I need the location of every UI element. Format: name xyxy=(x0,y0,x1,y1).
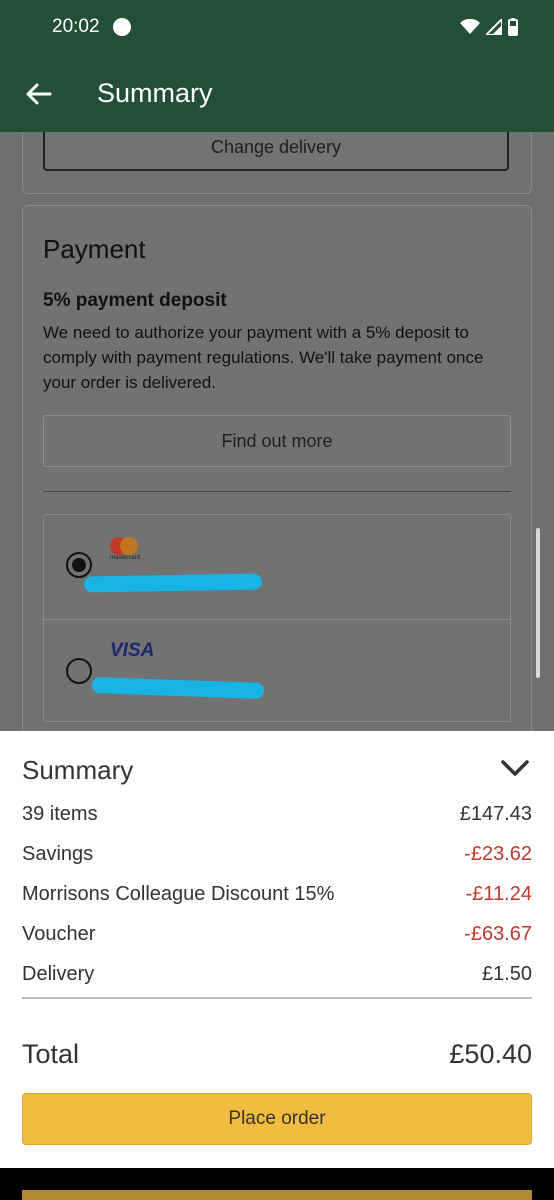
summary-row-value: -£63.67 xyxy=(464,923,532,945)
checkout-content: Change delivery Payment 5% payment depos… xyxy=(0,132,554,732)
summary-row-delivery: Delivery £1.50 xyxy=(22,963,532,986)
summary-row-voucher: Voucher -£63.67 xyxy=(22,923,532,946)
notification-dot-icon xyxy=(113,18,131,36)
summary-row-label: Savings xyxy=(22,843,94,865)
chevron-down-icon[interactable] xyxy=(500,757,530,779)
summary-row-value: £147.43 xyxy=(459,803,532,825)
radio-selected-icon[interactable] xyxy=(66,552,92,578)
find-out-more-button[interactable]: Find out more xyxy=(43,415,511,467)
status-time: 20:02 xyxy=(52,16,100,37)
total-label: Total xyxy=(22,1039,80,1069)
mastercard-logo-label: mastercard xyxy=(110,555,141,561)
cell-signal-icon xyxy=(486,19,502,35)
wifi-icon xyxy=(460,19,480,34)
summary-row-value: -£23.62 xyxy=(464,843,532,865)
page-title: Summary xyxy=(97,78,213,108)
radio-unselected-icon[interactable] xyxy=(66,658,92,684)
summary-row-value: -£11.24 xyxy=(465,883,532,905)
delivery-card: Change delivery xyxy=(22,132,532,194)
summary-row-value: £1.50 xyxy=(481,963,532,985)
payment-card-option-mastercard[interactable]: mastercard xyxy=(44,515,510,619)
payment-title: Payment xyxy=(43,234,146,264)
summary-row-colleague-discount: Morrisons Colleague Discount 15% -£11.24 xyxy=(22,883,532,906)
summary-row-items: 39 items £147.43 xyxy=(22,803,532,826)
summary-row-label: Delivery xyxy=(22,963,95,985)
summary-row-label: 39 items xyxy=(22,803,98,825)
status-icons xyxy=(460,18,518,36)
summary-sheet: Summary 39 items £147.43 Savings -£23.62… xyxy=(0,731,554,1168)
underlying-button-peek xyxy=(22,1190,532,1200)
change-delivery-button[interactable]: Change delivery xyxy=(43,132,509,171)
system-nav-bar xyxy=(0,1168,554,1200)
payment-card-option-visa[interactable]: VISA xyxy=(44,619,510,724)
deposit-title: 5% payment deposit xyxy=(43,290,227,311)
payment-card: Payment 5% payment deposit We need to au… xyxy=(22,205,532,732)
summary-divider xyxy=(22,997,532,999)
payment-card-list: mastercard VISA xyxy=(43,514,511,722)
app-bar: Summary xyxy=(0,56,554,132)
summary-row-label: Voucher xyxy=(22,923,96,945)
summary-row-label: Morrisons Colleague Discount 15% xyxy=(22,883,335,905)
visa-logo-icon: VISA xyxy=(110,640,155,661)
divider xyxy=(43,491,511,492)
status-bar: 20:02 xyxy=(0,0,554,56)
redaction-mark xyxy=(83,573,263,593)
total-value: £50.40 xyxy=(449,1039,532,1069)
summary-title: Summary xyxy=(22,755,134,785)
redaction-mark xyxy=(91,677,265,699)
scrollbar[interactable] xyxy=(536,528,540,678)
place-order-button[interactable]: Place order xyxy=(22,1093,532,1145)
back-arrow-icon[interactable] xyxy=(24,80,52,108)
battery-icon xyxy=(508,18,518,36)
summary-row-savings: Savings -£23.62 xyxy=(22,843,532,866)
deposit-text: We need to authorize your payment with a… xyxy=(43,323,484,392)
